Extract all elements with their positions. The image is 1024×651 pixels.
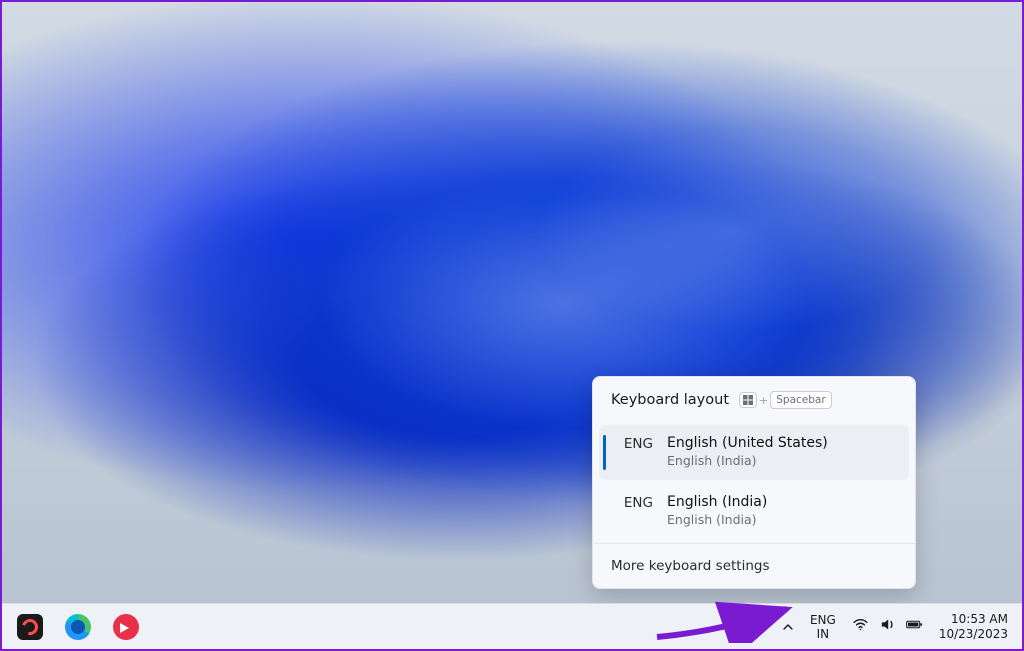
- clock-time: 10:53 AM: [951, 612, 1008, 627]
- clock-date: 10/23/2023: [939, 627, 1008, 642]
- shortcut-hint: + Spacebar: [739, 391, 832, 409]
- speaker-icon: [879, 616, 896, 637]
- layout-option-english-in[interactable]: ENG English (India) English (India): [599, 484, 909, 539]
- layout-secondary: English (India): [667, 512, 767, 527]
- taskbar: ENG IN 10:53 AM 10/23/2023: [2, 603, 1022, 649]
- language-line1: ENG: [810, 613, 836, 627]
- system-tray: ENG IN 10:53 AM 10/23/2023: [776, 608, 1014, 646]
- language-line2: IN: [817, 627, 830, 641]
- flyout-header: Keyboard layout + Spacebar: [593, 377, 915, 421]
- network-sound-battery[interactable]: [846, 608, 929, 646]
- taskbar-pinned-apps: [10, 608, 146, 646]
- wifi-icon: [852, 616, 869, 637]
- opera-gx-icon[interactable]: [10, 608, 50, 646]
- keyboard-layout-flyout: Keyboard layout + Spacebar ENG English (…: [592, 376, 916, 589]
- spacebar-key: Spacebar: [770, 391, 831, 409]
- flyout-title: Keyboard layout: [611, 392, 729, 408]
- clock[interactable]: 10:53 AM 10/23/2023: [931, 608, 1014, 646]
- win-key-icon: [739, 392, 757, 408]
- battery-icon: [906, 616, 923, 637]
- more-keyboard-settings[interactable]: More keyboard settings: [593, 543, 915, 588]
- layout-code: ENG: [613, 494, 653, 511]
- anydesk-icon[interactable]: [106, 608, 146, 646]
- tray-overflow-button[interactable]: [776, 608, 800, 646]
- layout-code: ENG: [613, 435, 653, 452]
- layout-option-english-us[interactable]: ENG English (United States) English (Ind…: [599, 425, 909, 480]
- layout-primary: English (United States): [667, 435, 828, 451]
- plus-icon: +: [759, 394, 768, 407]
- layout-secondary: English (India): [667, 453, 828, 468]
- more-keyboard-settings-label: More keyboard settings: [611, 558, 770, 574]
- edge-icon[interactable]: [58, 608, 98, 646]
- layout-primary: English (India): [667, 494, 767, 510]
- language-indicator[interactable]: ENG IN: [802, 608, 844, 646]
